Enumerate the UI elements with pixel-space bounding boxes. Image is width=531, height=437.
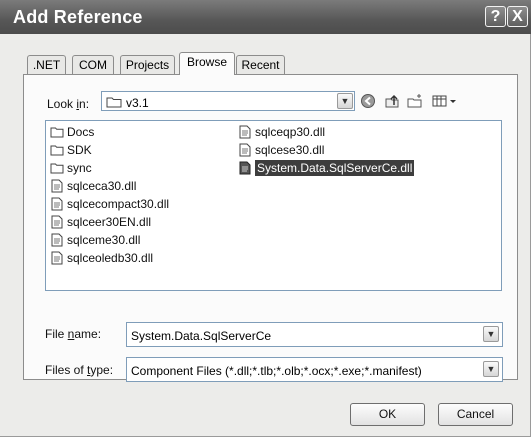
help-button[interactable]: ?	[485, 6, 506, 27]
list-item-selected-file[interactable]: System.Data.SqlServerCe.dll	[238, 160, 415, 176]
files-of-type-label: Files of type:	[45, 363, 114, 377]
look-in-value: v3.1	[126, 96, 149, 110]
tab-dotnet[interactable]: .NET	[27, 55, 66, 75]
tab-projects[interactable]: Projects	[120, 55, 175, 75]
list-item-file[interactable]: sqlceme30.dll	[50, 232, 140, 248]
list-item-sdk[interactable]: SDK	[50, 142, 92, 158]
list-item-file[interactable]: sqlcese30.dll	[238, 142, 324, 158]
dll-file-icon	[239, 161, 251, 175]
folder-icon	[50, 163, 64, 174]
dll-file-icon	[51, 179, 63, 193]
new-folder-icon[interactable]	[406, 93, 424, 111]
list-item-file[interactable]: sqlceoledb30.dll	[50, 250, 153, 266]
list-item-file[interactable]: sqlcecompact30.dll	[50, 196, 169, 212]
file-name-input[interactable]: System.Data.SqlServerCe ▼	[126, 322, 503, 347]
view-menu-icon[interactable]	[431, 93, 459, 111]
up-one-level-icon[interactable]	[383, 93, 401, 111]
list-item-file[interactable]: sqlceqp30.dll	[238, 124, 325, 140]
chevron-down-icon[interactable]: ▼	[483, 326, 499, 342]
close-button[interactable]: X	[507, 6, 528, 27]
dll-file-icon	[51, 197, 63, 211]
file-name-value: System.Data.SqlServerCe	[131, 329, 272, 343]
dialog-title: Add Reference	[13, 7, 143, 27]
chevron-down-icon[interactable]: ▼	[337, 93, 353, 109]
cancel-button[interactable]: Cancel	[438, 403, 513, 426]
files-of-type-select[interactable]: Component Files (*.dll;*.tlb;*.olb;*.ocx…	[126, 357, 503, 382]
file-name-label: File name:	[45, 327, 102, 341]
folder-icon	[106, 97, 122, 108]
ok-button[interactable]: OK	[350, 403, 425, 426]
dll-file-icon	[51, 251, 63, 265]
list-item-file[interactable]: sqlceer30EN.dll	[50, 214, 151, 230]
tab-com[interactable]: COM	[72, 55, 114, 75]
list-item-file[interactable]: sqlceca30.dll	[50, 178, 136, 194]
dll-file-icon	[51, 233, 63, 247]
folder-icon	[50, 127, 64, 138]
file-list[interactable]: Docs SDK sync sqlceca30.dll sqlcecompact…	[45, 120, 502, 291]
list-item-sync[interactable]: sync	[50, 160, 92, 176]
add-reference-dialog: Add Reference ? X .NET COM Projects Brow…	[0, 0, 531, 437]
chevron-down-icon[interactable]: ▼	[483, 361, 499, 377]
back-icon[interactable]	[359, 93, 377, 111]
files-of-type-value: Component Files (*.dll;*.tlb;*.olb;*.ocx…	[131, 364, 422, 378]
dll-file-icon	[239, 125, 251, 139]
tab-recent[interactable]: Recent	[236, 55, 285, 75]
tab-browse[interactable]: Browse	[179, 52, 235, 75]
dll-file-icon	[51, 215, 63, 229]
list-item-docs[interactable]: Docs	[50, 124, 94, 140]
look-in-combo[interactable]: v3.1 ▼	[101, 91, 355, 111]
title-bar[interactable]: Add Reference ? X	[0, 0, 531, 34]
dll-file-icon	[239, 143, 251, 157]
folder-icon	[50, 145, 64, 156]
look-in-label: Look in:	[47, 97, 90, 111]
